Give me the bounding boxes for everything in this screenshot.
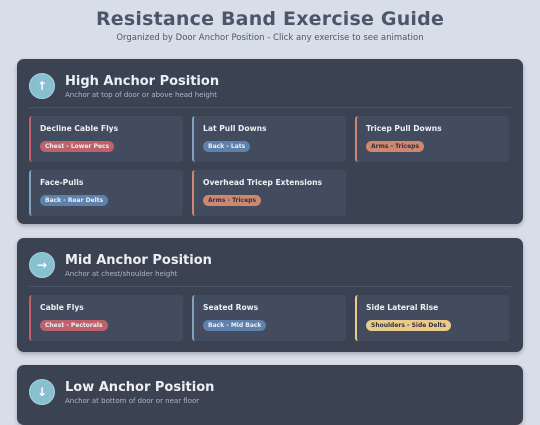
exercise-name: Decline Cable Flys	[40, 124, 119, 133]
exercise-name: Seated Rows	[203, 303, 259, 312]
page-header: Resistance Band Exercise Guide Organized…	[0, 0, 540, 43]
section-description: Anchor at top of door or above head heig…	[65, 90, 218, 99]
exercise-name: Tricep Pull Downs	[366, 124, 442, 133]
page-title: Resistance Band Exercise Guide	[95, 8, 445, 30]
muscle-tag: Back - Mid Back	[203, 320, 267, 331]
muscle-tag: Chest - Lower Pecs	[40, 141, 115, 152]
section-title: High Anchor Position	[65, 73, 220, 89]
section-header: ↑ High Anchor Position Anchor at top of …	[29, 71, 511, 101]
section-low-anchor: ↓ Low Anchor Position Anchor at bottom o…	[17, 365, 523, 425]
section-title: Low Anchor Position	[65, 379, 215, 395]
exercise-card-seated-rows[interactable]: Seated Rows Back - Mid Back	[192, 295, 346, 341]
section-high-anchor: ↑ High Anchor Position Anchor at top of …	[17, 59, 523, 224]
muscle-tag: Shoulders - Side Delts	[366, 320, 451, 331]
exercise-name: Face-Pulls	[40, 178, 84, 187]
exercise-card-decline-cable-flys[interactable]: Decline Cable Flys Chest - Lower Pecs	[29, 116, 183, 162]
section-mid-anchor: → Mid Anchor Position Anchor at chest/sh…	[17, 238, 523, 352]
exercise-name: Cable Flys	[40, 303, 84, 312]
exercise-name: Lat Pull Downs	[203, 124, 267, 133]
muscle-tag: Chest - Pectorals	[40, 320, 108, 331]
exercise-grid: Cable Flys Chest - Pectorals Seated Rows…	[29, 295, 511, 341]
muscle-tag: Back - Lats	[203, 141, 251, 152]
exercise-card-side-lateral-rise[interactable]: Side Lateral Rise Shoulders - Side Delts	[355, 295, 509, 341]
muscle-tag: Arms - Triceps	[203, 195, 262, 206]
exercise-card-lat-pull-downs[interactable]: Lat Pull Downs Back - Lats	[192, 116, 346, 162]
arrow-down-icon: ↓	[29, 379, 55, 405]
section-header: → Mid Anchor Position Anchor at chest/sh…	[29, 250, 511, 280]
section-title: Mid Anchor Position	[65, 252, 212, 268]
divider	[29, 107, 511, 108]
exercise-card-overhead-tricep-extensions[interactable]: Overhead Tricep Extensions Arms - Tricep…	[192, 170, 346, 216]
section-header: ↓ Low Anchor Position Anchor at bottom o…	[29, 377, 511, 407]
section-description: Anchor at chest/shoulder height	[65, 269, 178, 278]
exercise-card-face-pulls[interactable]: Face-Pulls Back - Rear Delts	[29, 170, 183, 216]
arrow-right-icon: →	[29, 252, 55, 278]
muscle-tag: Back - Rear Delts	[40, 195, 109, 206]
exercise-name: Overhead Tricep Extensions	[203, 178, 323, 187]
arrow-up-icon: ↑	[29, 73, 55, 99]
exercise-grid: Decline Cable Flys Chest - Lower Pecs La…	[29, 116, 511, 216]
section-description: Anchor at bottom of door or near floor	[65, 396, 200, 405]
exercise-card-cable-flys[interactable]: Cable Flys Chest - Pectorals	[29, 295, 183, 341]
divider	[29, 286, 511, 287]
muscle-tag: Arms - Triceps	[366, 141, 425, 152]
page-subtitle: Organized by Door Anchor Position - Clic…	[116, 33, 424, 43]
exercise-card-tricep-pull-downs[interactable]: Tricep Pull Downs Arms - Triceps	[355, 116, 509, 162]
exercise-name: Side Lateral Rise	[366, 303, 439, 312]
